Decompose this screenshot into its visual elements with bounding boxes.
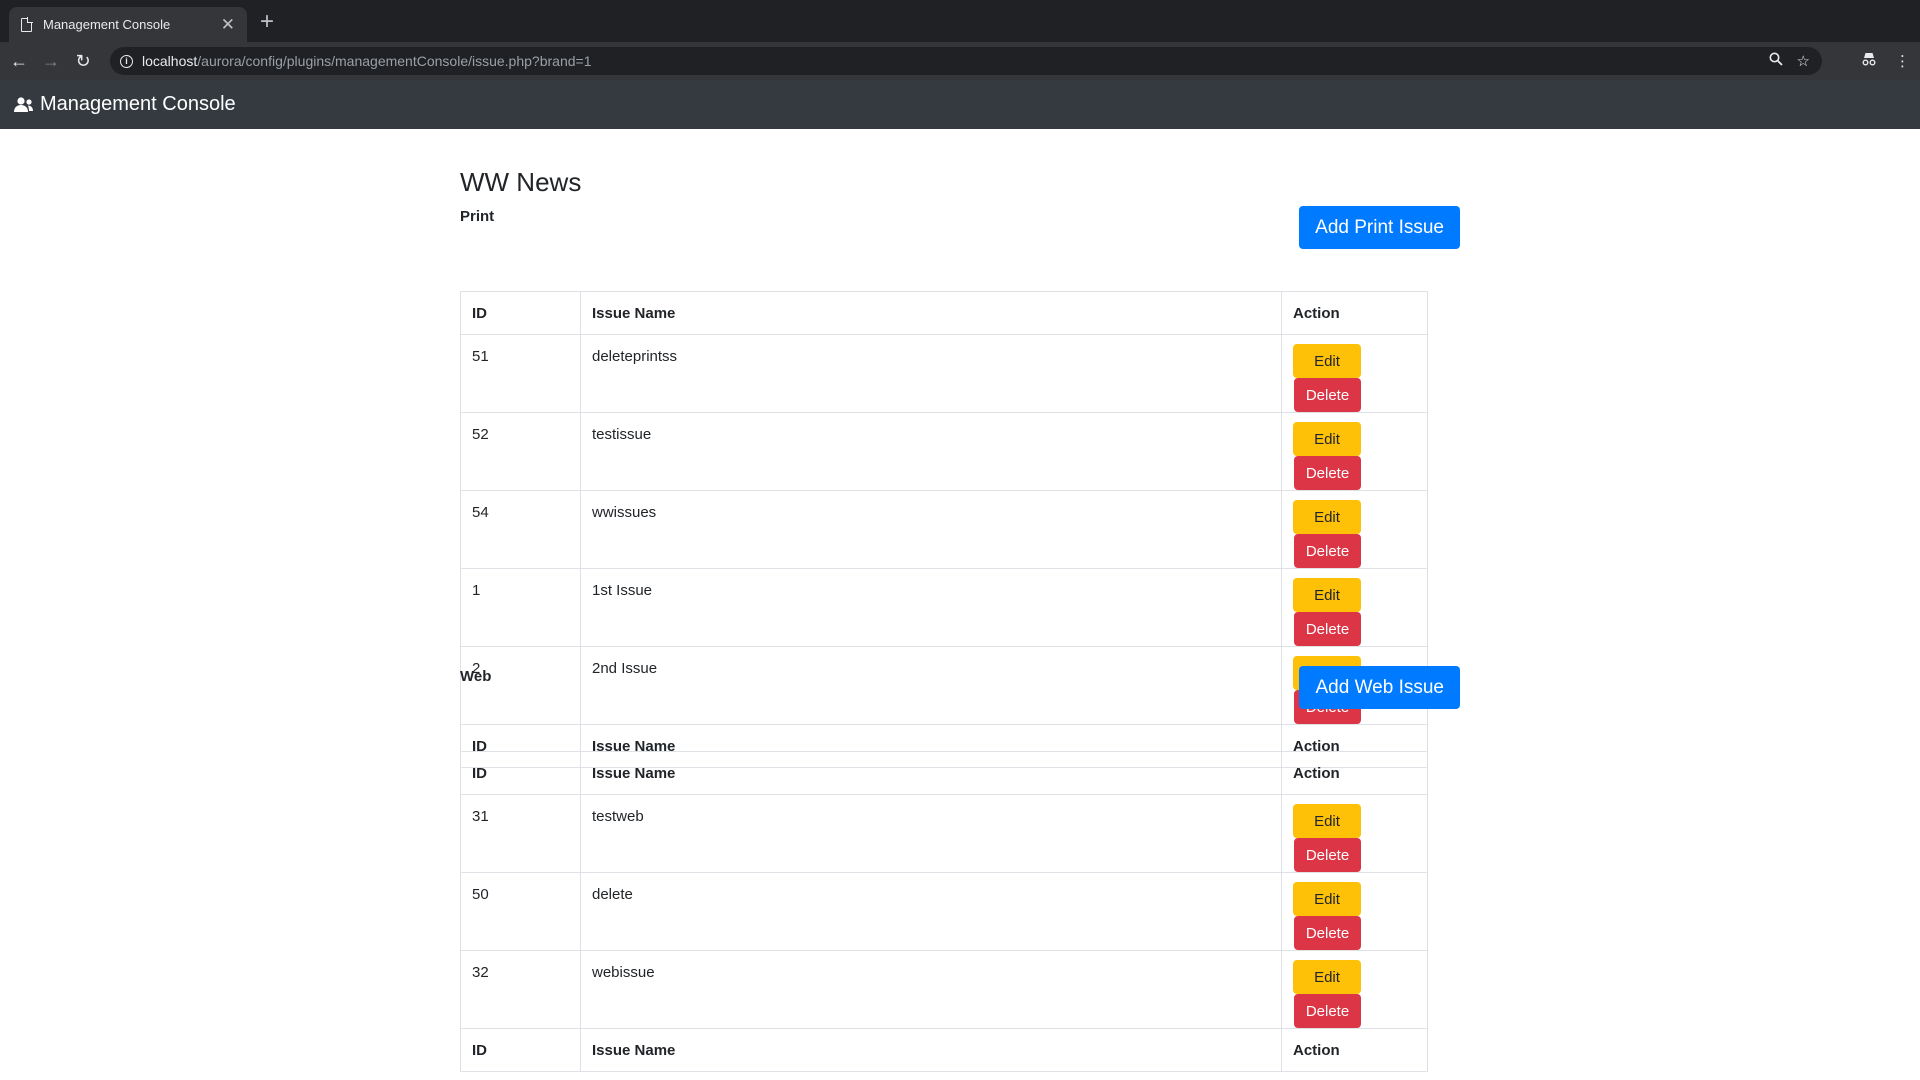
issue-id: 52 [460, 412, 581, 491]
issue-name: 1st Issue [580, 568, 1282, 647]
print-section-label: Print [460, 208, 495, 225]
header-id: ID [460, 291, 581, 335]
header-issue-name: Issue Name [580, 291, 1282, 335]
issue-id: 51 [460, 334, 581, 413]
document-icon [21, 16, 33, 32]
bookmark-star-icon[interactable]: ☆ [1797, 52, 1810, 70]
action-cell: EditDelete [1281, 490, 1428, 569]
issue-id: 31 [460, 794, 581, 873]
add-print-issue-button[interactable]: Add Print Issue [1299, 206, 1460, 249]
delete-button[interactable]: Delete [1294, 916, 1361, 950]
app-navbar: Management Console [0, 80, 1920, 129]
issue-name: wwissues [580, 490, 1282, 569]
close-tab-icon[interactable]: ✕ [221, 16, 235, 33]
issue-id: 54 [460, 490, 581, 569]
reload-icon[interactable]: ↻ [70, 48, 96, 74]
add-web-issue-button[interactable]: Add Web Issue [1299, 666, 1460, 709]
table-footer-row: ID Issue Name Action [460, 1028, 1428, 1072]
delete-button[interactable]: Delete [1294, 994, 1361, 1028]
edit-button[interactable]: Edit [1293, 882, 1361, 916]
delete-button[interactable]: Delete [1294, 378, 1361, 412]
table-row: 51 deleteprintss EditDelete [460, 334, 1428, 413]
footer-action: Action [1281, 1028, 1428, 1072]
menu-kebab-icon[interactable]: ⋮ [1895, 52, 1910, 70]
action-cell: EditDelete [1281, 334, 1428, 413]
table-row: 1 1st Issue EditDelete [460, 568, 1428, 647]
table-row: 52 testissue EditDelete [460, 412, 1428, 491]
users-icon [14, 96, 33, 112]
tab-title: Management Console [43, 17, 171, 32]
browser-tab[interactable]: Management Console ✕ [9, 7, 247, 42]
action-cell: EditDelete [1281, 872, 1428, 951]
url-path: /aurora/config/plugins/managementConsole… [197, 53, 592, 69]
header-action: Action [1281, 291, 1428, 335]
footer-issue-name: Issue Name [580, 1028, 1282, 1072]
print-issues-table: ID Issue Name Action 51 deleteprintss Ed… [460, 291, 1428, 768]
action-cell: EditDelete [1281, 794, 1428, 873]
back-icon[interactable]: ← [6, 48, 32, 74]
header-id: ID [460, 751, 581, 795]
issue-name: 2nd Issue [580, 646, 1282, 725]
issue-name: testweb [580, 794, 1282, 873]
url-host: localhost [142, 53, 198, 69]
delete-button[interactable]: Delete [1294, 612, 1361, 646]
brand-text: Management Console [40, 93, 236, 115]
issue-id: 50 [460, 872, 581, 951]
edit-button[interactable]: Edit [1293, 500, 1361, 534]
action-cell: EditDelete [1281, 412, 1428, 491]
table-row: 54 wwissues EditDelete [460, 490, 1428, 569]
table-row: 31 testweb EditDelete [460, 794, 1428, 873]
issue-id: 1 [460, 568, 581, 647]
edit-button[interactable]: Edit [1293, 960, 1361, 994]
issue-name: delete [580, 872, 1282, 951]
table-header-row: ID Issue Name Action [460, 291, 1428, 335]
action-cell: EditDelete [1281, 950, 1428, 1029]
footer-id: ID [460, 1028, 581, 1072]
browser-tabstrip: Management Console ✕ + [0, 0, 1920, 42]
zoom-icon[interactable] [1769, 52, 1783, 70]
issue-id: 32 [460, 950, 581, 1029]
action-cell: EditDelete [1281, 568, 1428, 647]
new-tab-icon[interactable]: + [260, 10, 274, 34]
url-text: localhost/aurora/config/plugins/manageme… [142, 53, 591, 69]
issue-name: testissue [580, 412, 1282, 491]
issue-id: 2 [460, 646, 581, 725]
info-icon[interactable]: i [120, 54, 133, 68]
edit-button[interactable]: Edit [1293, 344, 1361, 378]
delete-button[interactable]: Delete [1294, 838, 1361, 872]
delete-button[interactable]: Delete [1294, 456, 1361, 490]
table-header-row: ID Issue Name Action [460, 751, 1428, 795]
delete-button[interactable]: Delete [1294, 534, 1361, 568]
web-issues-table: ID Issue Name Action 31 testweb EditDele… [460, 751, 1428, 1072]
table-row: 32 webissue EditDelete [460, 950, 1428, 1029]
browser-toolbar: ← → ↻ i localhost/aurora/config/plugins/… [0, 42, 1920, 80]
incognito-icon[interactable] [1861, 52, 1877, 70]
table-row: 50 delete EditDelete [460, 872, 1428, 951]
edit-button[interactable]: Edit [1293, 422, 1361, 456]
edit-button[interactable]: Edit [1293, 804, 1361, 838]
edit-button[interactable]: Edit [1293, 578, 1361, 612]
table-row: 2 2nd Issue EditDelete [460, 646, 1428, 725]
forward-icon[interactable]: → [38, 48, 64, 74]
header-action: Action [1281, 751, 1428, 795]
navbar-brand[interactable]: Management Console [14, 93, 236, 116]
page-title: WW News [460, 167, 582, 197]
address-bar[interactable]: i localhost/aurora/config/plugins/manage… [110, 47, 1822, 75]
header-issue-name: Issue Name [580, 751, 1282, 795]
issue-name: deleteprintss [580, 334, 1282, 413]
issue-name: webissue [580, 950, 1282, 1029]
web-section-label: Web [460, 668, 492, 685]
